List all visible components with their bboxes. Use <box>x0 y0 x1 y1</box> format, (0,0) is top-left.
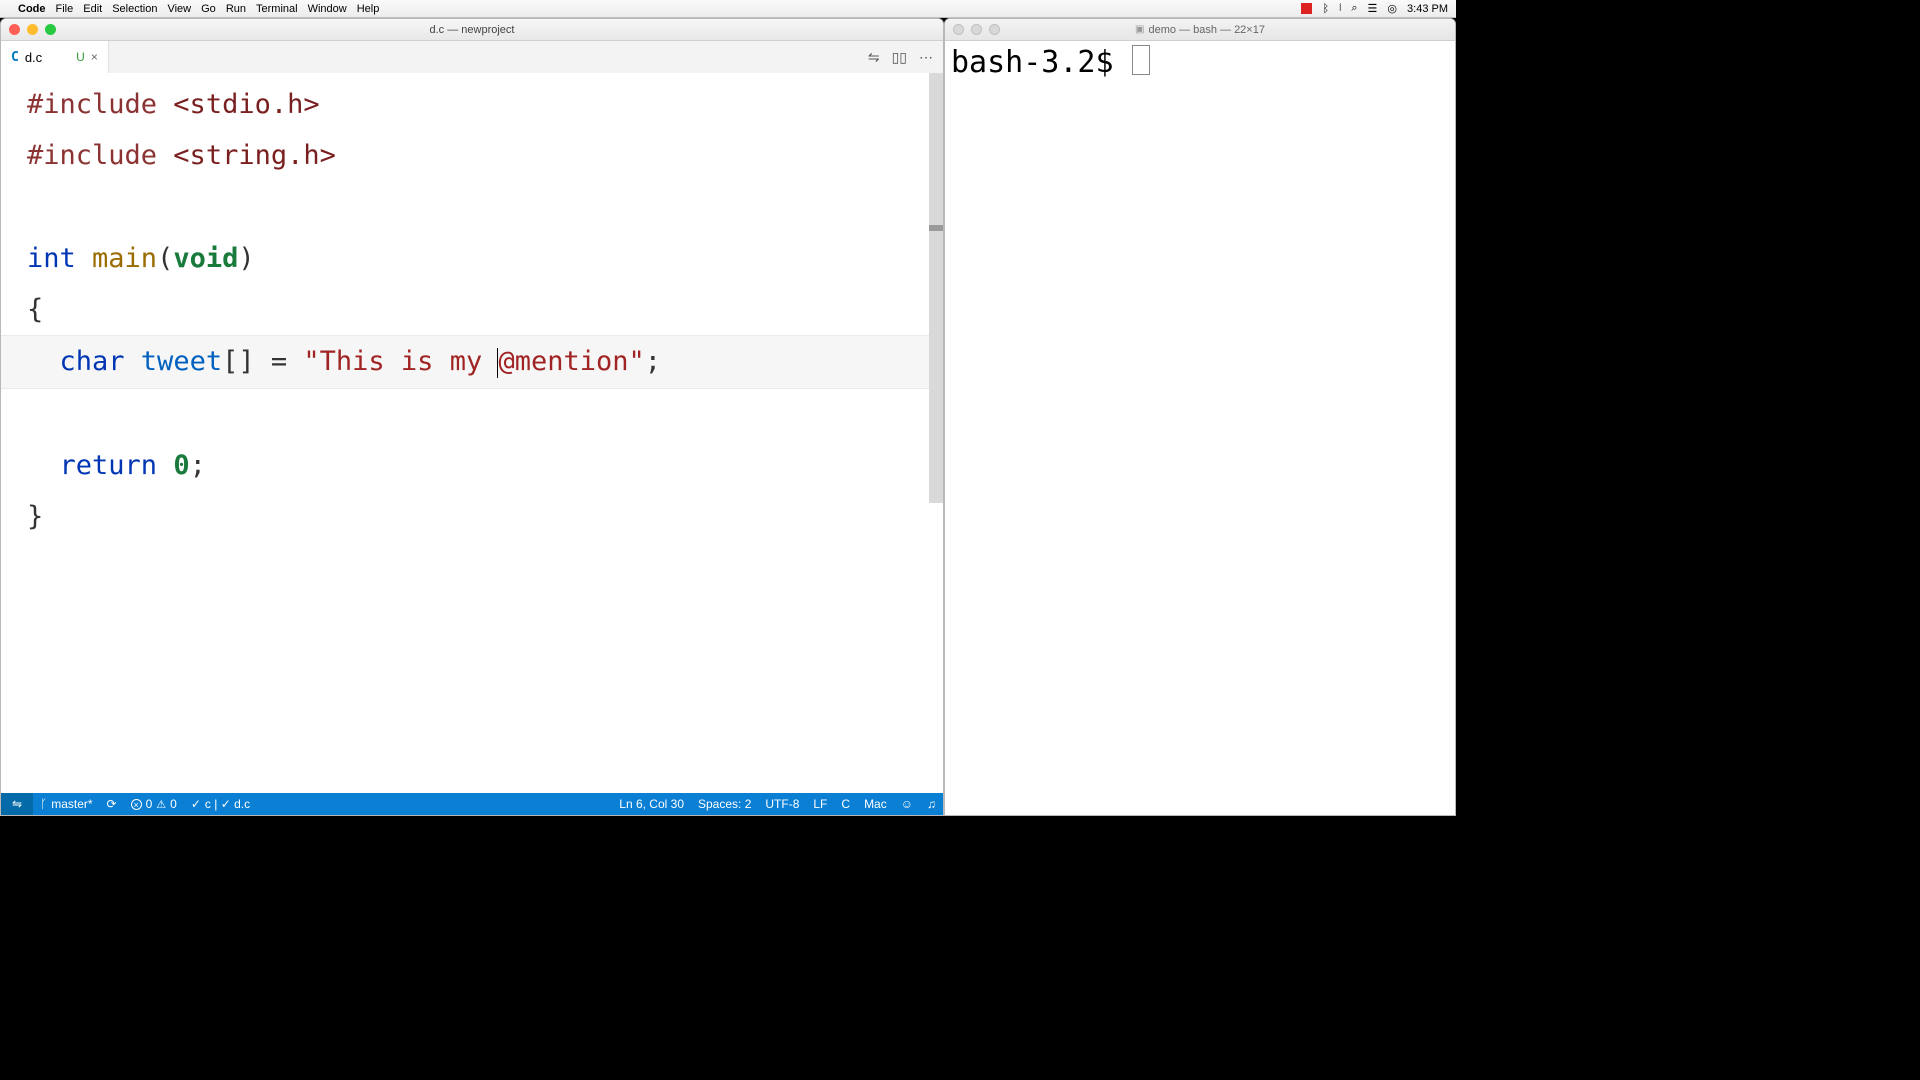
editor-tabbar: C d.c U × ⇋ ▯▯ ⋯ <box>1 41 943 73</box>
code-token: "This is my <box>303 346 498 377</box>
code-token: return <box>60 450 158 481</box>
code-token: int <box>27 243 76 274</box>
sync-button[interactable]: ⟳ <box>100 797 124 811</box>
code-token: #include <box>27 89 157 120</box>
os-indicator[interactable]: Mac <box>857 797 894 811</box>
error-icon: × <box>131 799 142 810</box>
menubar-app-name[interactable]: Code <box>18 3 46 15</box>
scrollbar-thumb[interactable] <box>929 225 943 231</box>
menu-help[interactable]: Help <box>357 3 380 15</box>
code-token: main <box>76 243 157 274</box>
language-mode[interactable]: C <box>834 797 857 811</box>
code-token: <string.h> <box>157 140 336 171</box>
split-editor-icon[interactable]: ▯▯ <box>892 49 907 66</box>
remote-button[interactable]: ⇋ <box>1 793 33 815</box>
code-token: } <box>27 501 43 532</box>
vscode-window: d.c — newproject C d.c U × ⇋ ▯▯ ⋯ #inclu… <box>0 18 944 816</box>
menu-window[interactable]: Window <box>308 3 347 15</box>
c-file-icon: C <box>11 50 19 65</box>
warning-count: 0 <box>170 797 177 811</box>
remote-icon: ⇋ <box>12 797 22 811</box>
code-token: ( <box>157 243 173 274</box>
lint-status[interactable]: ✓ c | ✓ d.c <box>184 797 257 811</box>
lint-text: c | ✓ d.c <box>205 797 250 811</box>
branch-icon: ᚴ <box>40 797 47 811</box>
eol[interactable]: LF <box>806 797 834 811</box>
bluetooth-icon[interactable]: ᛒ <box>1322 3 1329 15</box>
tab-close-button[interactable]: × <box>91 50 98 64</box>
source-control-icon[interactable]: ⇋ <box>868 49 880 66</box>
menu-selection[interactable]: Selection <box>112 3 157 15</box>
code-token: = <box>271 346 304 377</box>
code-token: <stdio.h> <box>157 89 320 120</box>
shell-prompt: bash-3.2$ <box>951 45 1114 80</box>
git-branch[interactable]: ᚴ master* <box>33 797 100 811</box>
screen-record-icon[interactable] <box>1301 3 1312 14</box>
indentation[interactable]: Spaces: 2 <box>691 797 758 811</box>
terminal-titlebar[interactable]: ▣ demo — bash — 22×17 <box>945 19 1455 41</box>
control-center-icon[interactable]: ☰ <box>1368 2 1378 15</box>
terminal-title-text: demo — bash — 22×17 <box>1148 24 1265 36</box>
code-indent <box>27 450 60 481</box>
more-actions-icon[interactable]: ⋯ <box>919 49 933 66</box>
notifications-button[interactable]: ♫ <box>920 797 943 811</box>
vscode-titlebar[interactable]: d.c — newproject <box>1 19 943 41</box>
check-icon: ✓ <box>191 797 201 811</box>
tab-filename: d.c <box>25 50 42 65</box>
cursor-position[interactable]: Ln 6, Col 30 <box>612 797 691 811</box>
code-token: void <box>173 243 238 274</box>
terminal-window: ▣ demo — bash — 22×17 bash-3.2$ <box>944 18 1456 816</box>
menu-file[interactable]: File <box>56 3 74 15</box>
code-token: 0 <box>157 450 190 481</box>
editor-scrollbar[interactable] <box>929 73 943 503</box>
code-token: @mention" <box>498 346 644 377</box>
editor-tab-dc[interactable]: C d.c U × <box>1 41 109 73</box>
encoding[interactable]: UTF-8 <box>758 797 806 811</box>
code-token: { <box>27 294 43 325</box>
menu-go[interactable]: Go <box>201 3 216 15</box>
menu-edit[interactable]: Edit <box>83 3 102 15</box>
code-token: ; <box>645 346 661 377</box>
code-token: char <box>60 346 125 377</box>
code-token: tweet <box>125 346 223 377</box>
feedback-icon: ☺ <box>901 797 913 811</box>
code-token: [] <box>222 346 271 377</box>
sync-icon: ⟳ <box>107 797 117 811</box>
feedback-button[interactable]: ☺ <box>894 797 920 811</box>
tab-modified-badge: U <box>76 50 85 64</box>
code-token: ) <box>238 243 254 274</box>
menu-terminal[interactable]: Terminal <box>256 3 298 15</box>
mac-menubar: Code File Edit Selection View Go Run Ter… <box>0 0 1456 18</box>
code-token: #include <box>27 140 157 171</box>
code-indent <box>27 346 60 377</box>
spotlight-icon[interactable]: ⌕ <box>1351 2 1357 15</box>
warning-icon: ⚠ <box>156 798 166 811</box>
folder-icon: ▣ <box>1135 24 1144 35</box>
terminal-cursor <box>1132 45 1150 75</box>
wifi-icon[interactable]: ⧙ <box>1339 2 1341 15</box>
bell-icon: ♫ <box>927 797 936 811</box>
code-editor[interactable]: #include <stdio.h> #include <string.h> i… <box>1 73 943 793</box>
menubar-clock[interactable]: 3:43 PM <box>1407 3 1448 15</box>
menu-view[interactable]: View <box>167 3 191 15</box>
branch-name: master* <box>51 797 92 811</box>
menu-run[interactable]: Run <box>226 3 246 15</box>
vscode-window-title: d.c — newproject <box>1 24 943 36</box>
terminal-window-title: ▣ demo — bash — 22×17 <box>945 24 1455 36</box>
status-bar: ⇋ ᚴmaster* ⟳ ×0 ⚠0 ✓c | ✓ d.c Ln 6, Col … <box>1 793 943 815</box>
siri-icon[interactable]: ◎ <box>1387 2 1397 15</box>
error-count: 0 <box>146 797 153 811</box>
problems-button[interactable]: ×0 ⚠0 <box>124 797 184 811</box>
code-token: ; <box>190 450 206 481</box>
terminal-body[interactable]: bash-3.2$ <box>945 41 1455 815</box>
